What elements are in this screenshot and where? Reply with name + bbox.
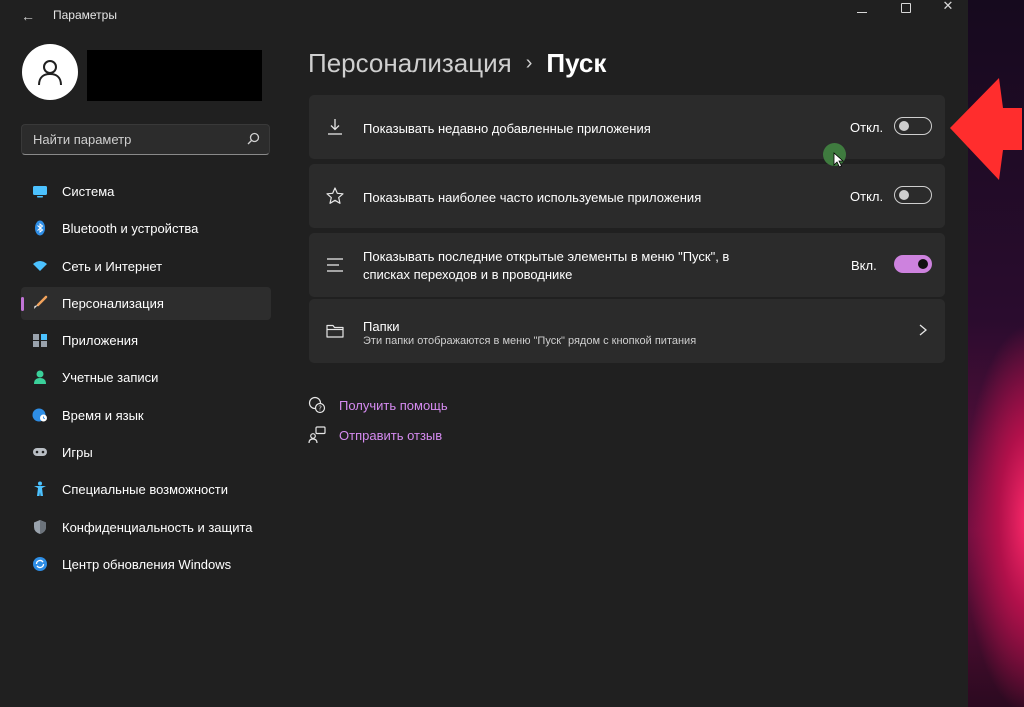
help-icon: ? [308,396,326,414]
minimize-icon [857,12,867,13]
apps-icon [33,334,47,348]
user-name-redacted [87,50,262,101]
sidebar-item-label: Центр обновления Windows [62,556,232,572]
update-icon [33,556,47,571]
sidebar-item-system[interactable]: Система [21,175,271,208]
sidebar-item-label: Конфиденциальность и защита [62,519,253,535]
chevron-right-icon [919,324,928,336]
sidebar-item-accounts[interactable]: Учетные записи [21,361,271,394]
toggle-state-text: Откл. [850,120,884,135]
sidebar-item-label: Приложения [62,333,139,349]
accessibility-icon [34,481,46,497]
window-title: Параметры [53,8,117,22]
settings-window: ← Параметры ✕ Система [0,0,968,707]
toggle-knob [918,259,928,269]
sidebar-item-label: Система [62,184,115,199]
mouse-pointer-icon [833,152,845,168]
user-icon [38,60,62,86]
bluetooth-icon [35,220,45,236]
sidebar-item-label: Bluetooth и устройства [62,221,199,237]
search-icon[interactable] [245,131,261,147]
sidebar-item-label: Время и язык [62,407,144,423]
link-label: Отправить отзыв [339,427,443,443]
sidebar-item-time-language[interactable]: Время и язык [21,399,271,432]
breadcrumb: Персонализация › Пуск [308,46,606,80]
sidebar-item-windows-update[interactable]: Центр обновления Windows [21,548,271,581]
close-icon: ✕ [942,0,954,13]
monitor-icon [33,186,47,198]
link-label: Получить помощь [339,397,448,413]
get-help-link[interactable]: ? Получить помощь [308,395,448,415]
setting-label: Показывать наиболее часто используемые п… [363,190,702,205]
sidebar-item-label: Учетные записи [62,370,159,386]
sidebar-item-label: Игры [62,445,93,461]
avatar[interactable] [22,44,78,100]
setting-label-line1: Показывать последние открытые элементы в… [363,249,730,264]
toggle-state-text: Откл. [850,189,884,204]
sidebar-item-label: Специальные возможности [62,482,228,498]
globe-clock-icon [32,408,47,422]
toggle-recently-added[interactable] [894,117,932,135]
sidebar-item-bluetooth[interactable]: Bluetooth и устройства [21,212,271,245]
page-title: Пуск [546,47,607,78]
sidebar-item-label: Персонализация [62,295,164,311]
maximize-button[interactable] [884,0,928,14]
close-button[interactable]: ✕ [926,0,968,14]
sidebar-item-network[interactable]: Сеть и Интернет [21,250,271,283]
breadcrumb-parent[interactable]: Персонализация [308,48,512,79]
feedback-icon [308,426,326,444]
sidebar-item-apps[interactable]: Приложения [21,324,271,357]
setting-folders[interactable]: Папки Эти папки отображаются в меню "Пус… [309,299,945,363]
maximize-icon [901,3,911,13]
brush-icon [34,295,48,309]
setting-label: Папки [363,319,400,334]
gamepad-icon [33,448,47,457]
shield-icon [34,519,46,534]
person-icon [34,370,46,385]
red-arrow-annotation-icon [950,78,1022,180]
sidebar-nav: Система Bluetooth и устройства Сеть и Ин… [21,175,271,585]
setting-label: Показывать недавно добавленные приложени… [363,121,651,136]
toggle-knob [899,121,909,131]
back-arrow-icon: ← [21,8,35,24]
search-input[interactable] [22,125,242,154]
sidebar-item-privacy[interactable]: Конфиденциальность и защита [21,511,271,544]
setting-label-line2: списках переходов и в проводнике [363,267,573,282]
send-feedback-link[interactable]: Отправить отзыв [308,425,442,445]
minimize-button[interactable] [840,0,884,14]
setting-recent-items: Показывать последние открытые элементы в… [309,233,945,297]
list-icon [327,258,343,272]
folder-icon [326,324,344,338]
star-icon [326,187,344,204]
toggle-recent-items[interactable] [894,255,932,273]
back-button[interactable]: ← [16,6,40,26]
toggle-state-text: Вкл. [851,258,877,273]
download-icon [328,119,342,135]
setting-recently-added: Показывать недавно добавленные приложени… [309,95,945,159]
sidebar-item-label: Сеть и Интернет [62,258,163,274]
setting-description: Эти папки отображаются в меню "Пуск" ряд… [363,335,697,347]
svg-text:?: ? [318,405,322,413]
sidebar-item-accessibility[interactable]: Специальные возможности [21,473,271,506]
sidebar-item-personalization[interactable]: Персонализация [21,286,271,320]
chevron-right-icon: › [525,51,533,74]
title-bar: ← Параметры ✕ [0,0,968,32]
sidebar-item-gaming[interactable]: Игры [21,436,271,469]
search-box[interactable] [21,124,270,155]
setting-most-used: Показывать наиболее часто используемые п… [309,164,945,228]
toggle-knob [899,190,909,200]
wifi-icon [33,260,47,271]
toggle-most-used[interactable] [894,186,932,204]
